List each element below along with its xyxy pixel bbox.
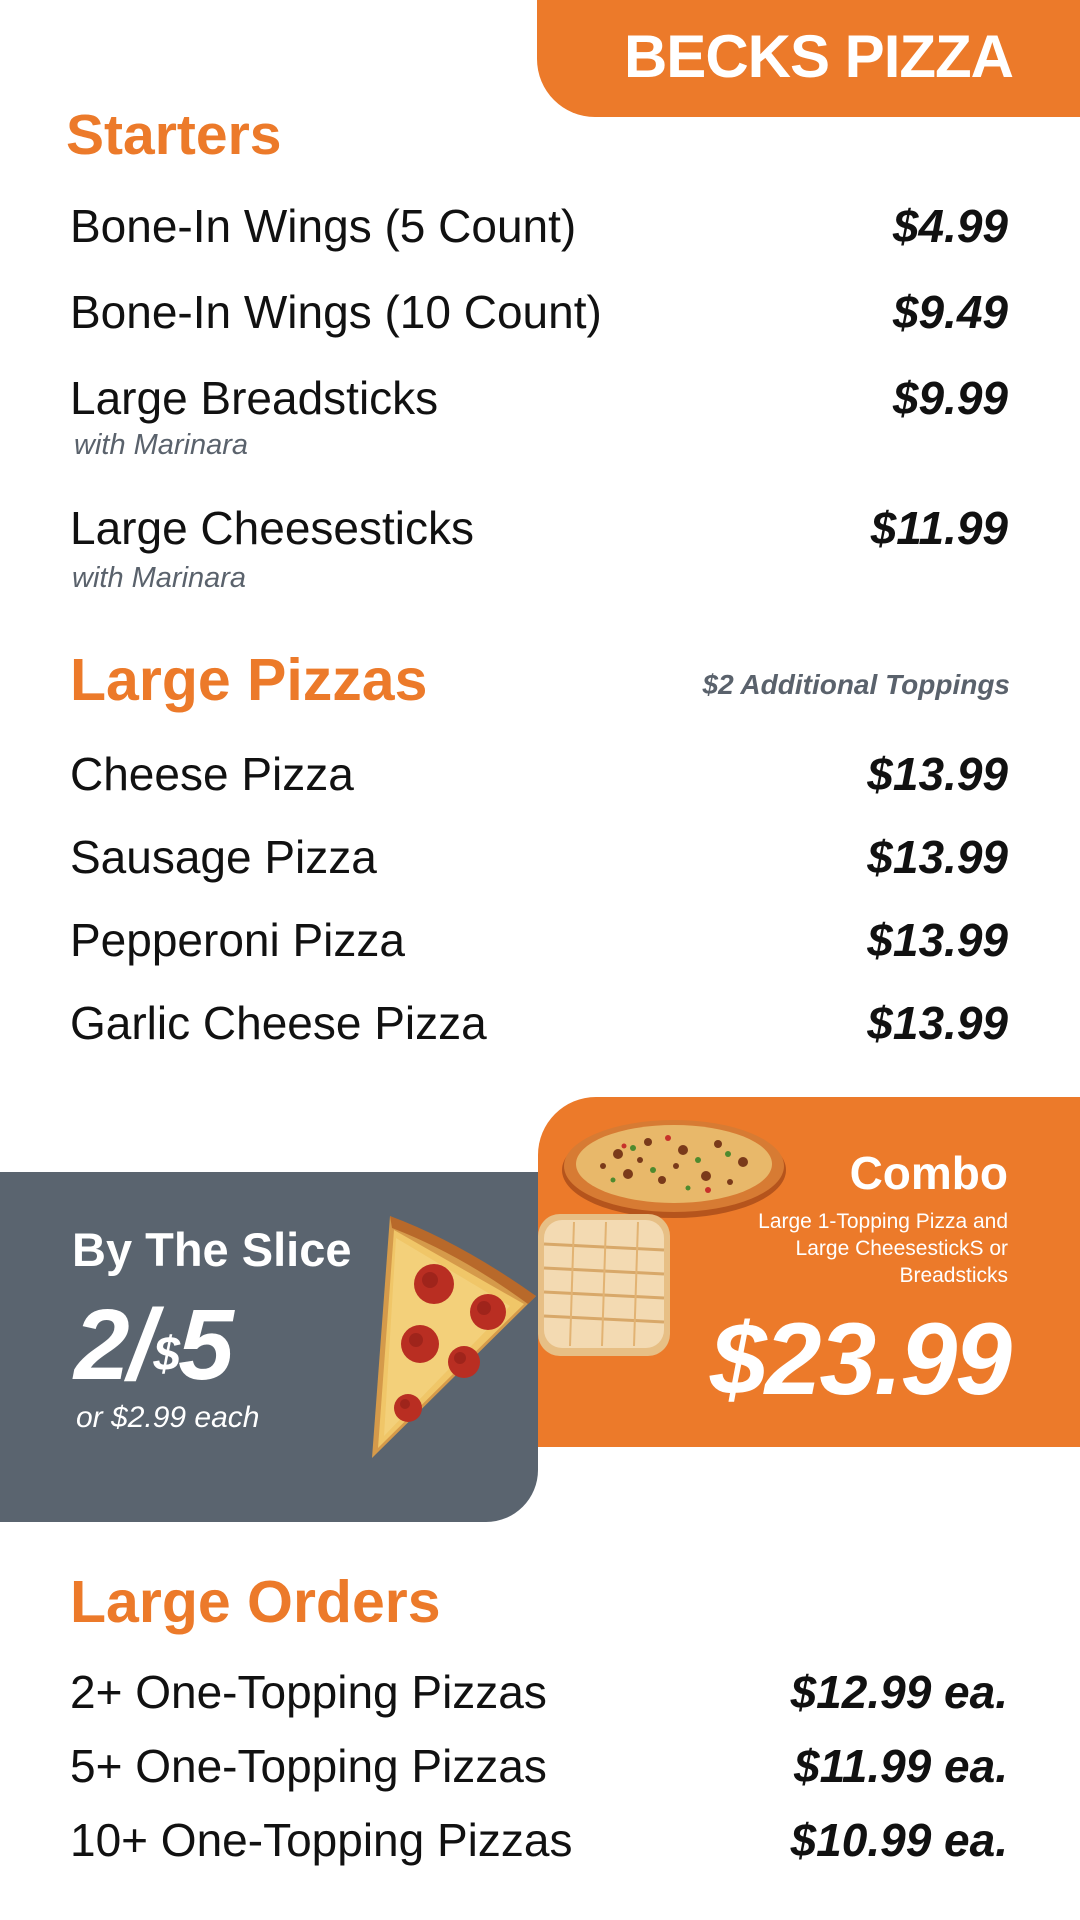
menu-item-row: 2+ One-Topping Pizzas $12.99 ea.	[70, 1664, 1008, 1724]
menu-item-price: $9.49	[892, 286, 1008, 338]
combo-description: Large 1-Topping Pizza and Large Cheesest…	[758, 1210, 1008, 1287]
menu-item-name: Cheese Pizza	[70, 748, 354, 800]
toppings-note: $2 Additional Toppings	[702, 669, 1010, 700]
brand-logo-text: BECKS PIZZA	[623, 23, 1014, 90]
combo-price: $23.99	[710, 1302, 1012, 1416]
section-title-starters: Starters	[66, 103, 282, 167]
menu-item-row: Cheese Pizza $13.99	[70, 746, 1008, 806]
by-the-slice-title: By The Slice	[72, 1223, 352, 1276]
menu-item-name: Pepperoni Pizza	[70, 914, 405, 966]
menu-item-price: $11.99 ea.	[793, 1740, 1008, 1792]
menu-item-price: $13.99	[867, 914, 1008, 966]
menu-item-subtitle: with Marinara	[72, 562, 247, 594]
menu-item-price: $4.99	[892, 200, 1008, 252]
menu-item-price: $13.99	[867, 748, 1008, 800]
menu-item-subtitle: with Marinara	[74, 429, 249, 461]
menu-item-price: $10.99 ea.	[790, 1814, 1008, 1866]
whole-pizza-image	[562, 1120, 786, 1218]
pepperoni-slice-image	[372, 1216, 536, 1458]
by-the-slice-subtitle: or $2.99 each	[76, 1401, 260, 1434]
menu-item-price: $11.99	[870, 502, 1008, 554]
menu-item-name: Bone-In Wings (10 Count)	[70, 286, 602, 338]
menu-item-row: Pepperoni Pizza $13.99	[70, 912, 1008, 972]
menu-item-row: 10+ One-Topping Pizzas $10.99 ea.	[70, 1812, 1008, 1872]
combo-title: Combo	[849, 1147, 1008, 1199]
menu-item-price: $13.99	[867, 997, 1008, 1049]
menu-item-price: $13.99	[867, 831, 1008, 883]
menu-item-name: 5+ One-Topping Pizzas	[70, 1740, 547, 1792]
menu-item-row: Large Cheesesticks $11.99 with Marinara	[70, 500, 1008, 594]
menu-item-price: $9.99	[892, 372, 1008, 424]
menu-item-name: Bone-In Wings (5 Count)	[70, 200, 577, 252]
menu-item-name: 10+ One-Topping Pizzas	[70, 1814, 573, 1866]
section-title-large-orders: Large Orders	[70, 1569, 441, 1635]
menu-item-row: Garlic Cheese Pizza $13.99	[70, 995, 1008, 1055]
menu-item-row: 5+ One-Topping Pizzas $11.99 ea.	[70, 1738, 1008, 1798]
menu-item-row: Large Breadsticks $9.99 with Marinara	[70, 370, 1008, 461]
menu-item-name: Large Cheesesticks	[70, 502, 474, 554]
section-title-large-pizzas: Large Pizzas	[70, 647, 428, 713]
menu-item-price: $12.99 ea.	[790, 1666, 1008, 1718]
menu-item-row: Sausage Pizza $13.99	[70, 829, 1008, 889]
menu-item-row: Bone-In Wings (5 Count) $4.99	[70, 198, 1008, 258]
menu-item-name: Sausage Pizza	[70, 831, 377, 883]
menu-item-name: Garlic Cheese Pizza	[70, 997, 487, 1049]
brand-banner: BECKS PIZZA	[537, 0, 1080, 117]
menu-item-name: Large Breadsticks	[70, 372, 439, 424]
breadsticks-image	[538, 1214, 670, 1356]
by-the-slice-price: 2/$5	[74, 1289, 234, 1401]
menu-item-name: 2+ One-Topping Pizzas	[70, 1666, 547, 1718]
menu-item-row: Bone-In Wings (10 Count) $9.49	[70, 284, 1008, 344]
